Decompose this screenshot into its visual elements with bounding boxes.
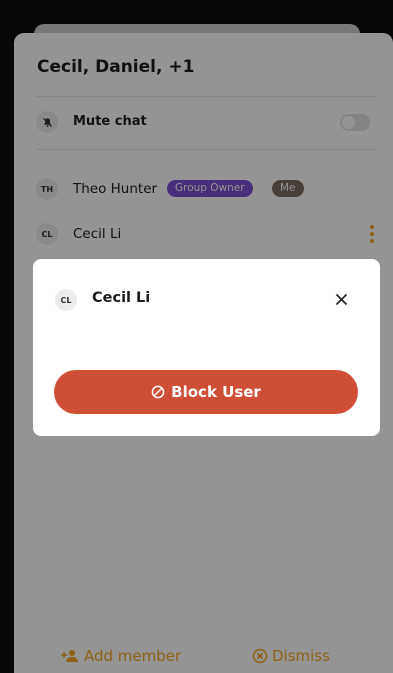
modal-member-name: Cecil Li bbox=[92, 290, 151, 306]
block-user-label: Block User bbox=[171, 383, 261, 401]
block-user-button[interactable]: Block User bbox=[54, 370, 358, 414]
close-icon[interactable] bbox=[332, 290, 350, 308]
member-action-modal: CL Cecil Li Block User bbox=[33, 259, 380, 436]
block-icon bbox=[151, 385, 165, 399]
avatar: CL bbox=[55, 289, 77, 311]
